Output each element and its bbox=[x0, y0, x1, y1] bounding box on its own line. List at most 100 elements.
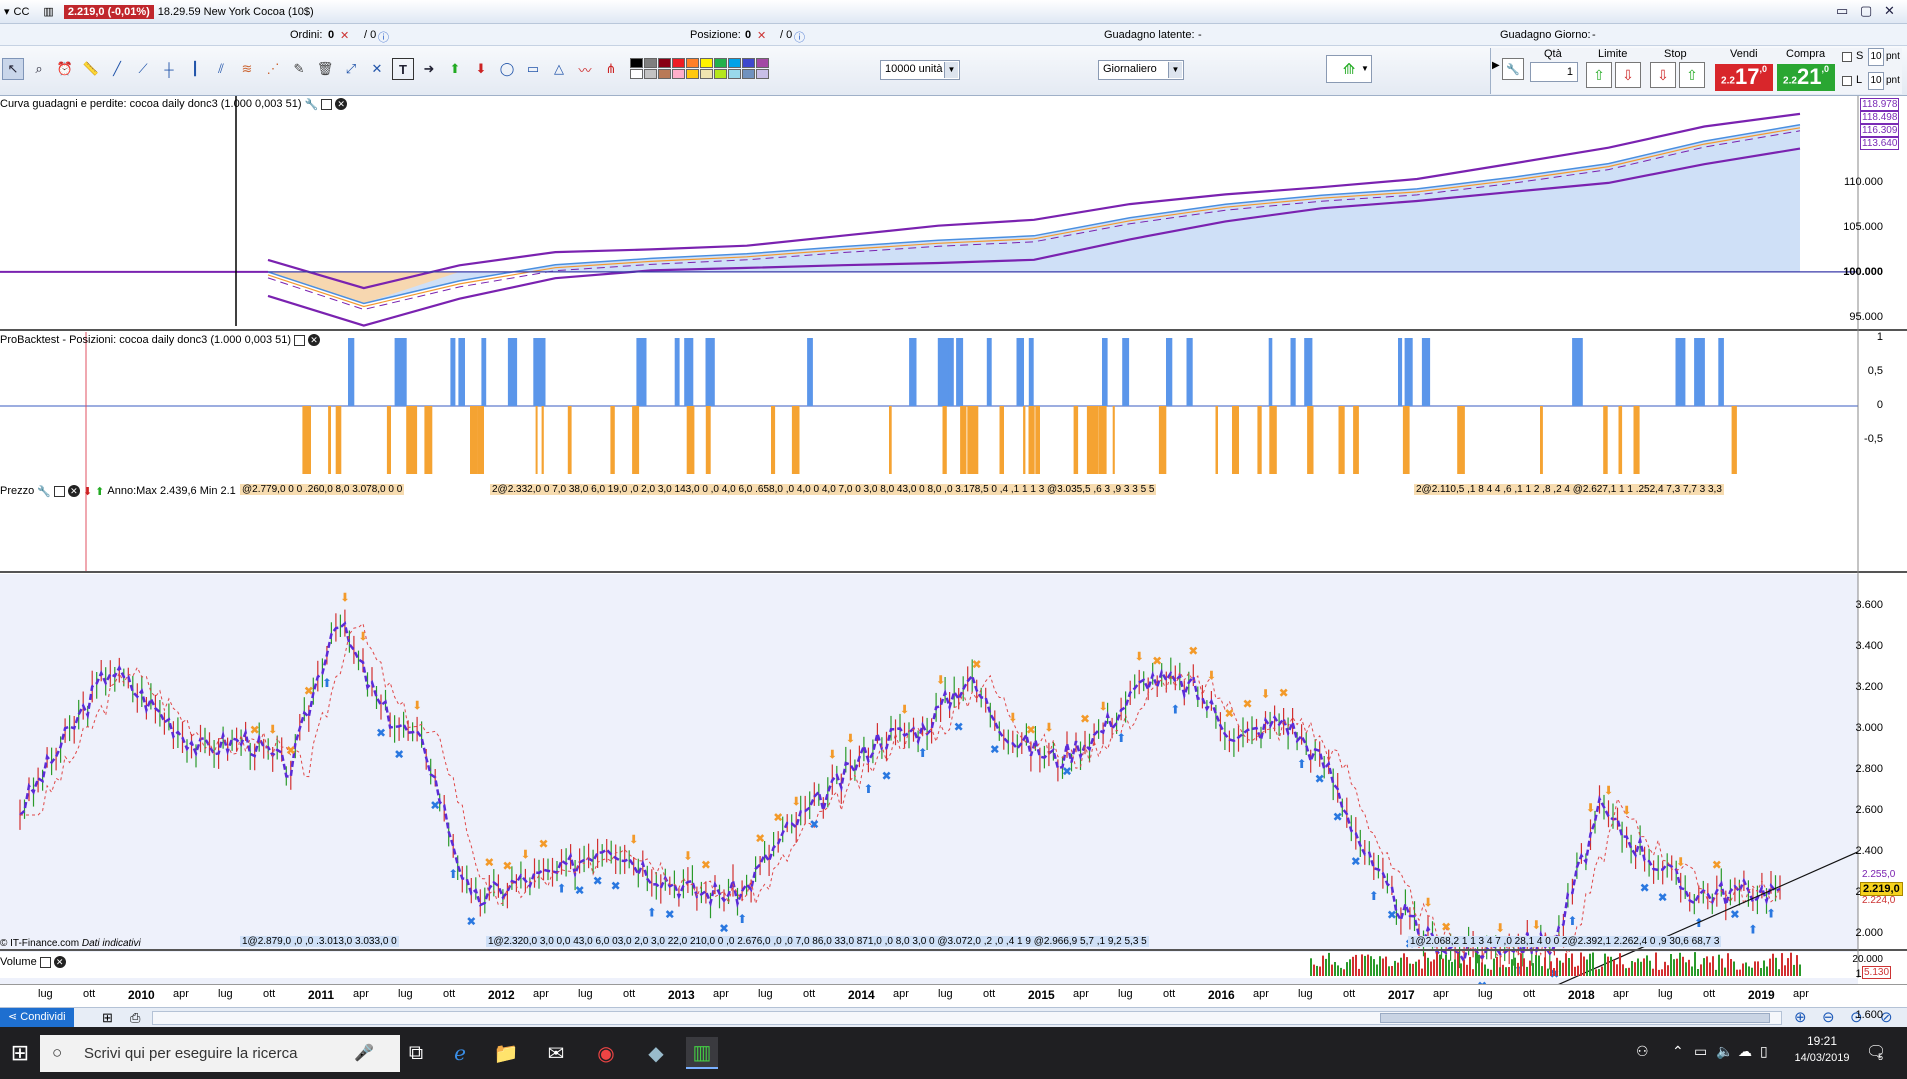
chart-area[interactable]: ✖ ⬇✖✖⬆⬇⬇✖✖⬇✖⬆✖✖ ✖⬇✖⬆ ✖✖ ✖⬇⬆ ✖⬇✖✖⬆✖✖⬇✖⬇⬇⬆✖⬇⬆⬇✖… bbox=[0, 96, 1907, 988]
color-swatch[interactable] bbox=[672, 69, 685, 79]
onedrive-icon[interactable]: ☁ bbox=[1738, 1043, 1752, 1060]
period-select[interactable]: Giornaliero ▼ bbox=[1098, 60, 1184, 80]
line-tool-icon[interactable]: ╱ bbox=[106, 58, 128, 80]
qty-input[interactable]: 1 bbox=[1530, 62, 1578, 82]
eraser-tool-icon[interactable]: ✎ bbox=[288, 58, 310, 80]
scrollbar-thumb[interactable] bbox=[1380, 1013, 1770, 1023]
zigzag-tool-icon[interactable]: 〰 bbox=[574, 58, 596, 80]
menu-chevron-icon[interactable]: ▾ bbox=[4, 5, 10, 18]
wrench-icon[interactable]: 🔧 bbox=[305, 98, 319, 111]
clock-time[interactable]: 19:21 bbox=[1792, 1034, 1852, 1048]
task-view-icon[interactable]: ⧉ bbox=[400, 1037, 432, 1069]
color-swatch[interactable] bbox=[686, 69, 699, 79]
stop-checkbox[interactable] bbox=[1842, 52, 1852, 62]
limit-points-input[interactable]: 10 bbox=[1868, 72, 1884, 90]
pitchfork-tool-icon[interactable]: ⋔ bbox=[600, 58, 622, 80]
sell-button[interactable]: 2.217,0 bbox=[1715, 64, 1773, 91]
print-icon[interactable]: ⎙ bbox=[130, 1010, 140, 1026]
microphone-icon[interactable]: 🎤 bbox=[354, 1043, 374, 1063]
color-swatch[interactable] bbox=[644, 58, 657, 68]
maximize-panel-icon[interactable] bbox=[53, 485, 65, 497]
arrow-down-tool-icon[interactable]: ⬇ bbox=[470, 58, 492, 80]
play-icon[interactable]: ▶ bbox=[1492, 60, 1500, 71]
color-swatch[interactable] bbox=[728, 69, 741, 79]
people-icon[interactable]: ⚇ bbox=[1636, 1043, 1649, 1060]
fan-tool-icon[interactable]: ⋰ bbox=[262, 58, 284, 80]
zoom-out-icon[interactable]: ⊖ bbox=[1822, 1008, 1835, 1026]
position-close-icon[interactable]: ✕ bbox=[757, 29, 766, 42]
orders-info-icon[interactable]: ⓘ bbox=[378, 29, 389, 45]
ellipse-tool-icon[interactable]: ◯ bbox=[496, 58, 518, 80]
zoom-tool-icon[interactable]: ⌕ bbox=[28, 58, 50, 80]
pointer-tool-icon[interactable]: ↖ bbox=[2, 58, 24, 80]
volume-icon[interactable]: 🔈 bbox=[1716, 1043, 1733, 1060]
prorealtime-app-icon[interactable]: ▥ bbox=[686, 1037, 718, 1069]
buy-button[interactable]: 2.221,0 bbox=[1777, 64, 1835, 91]
buy-arrow-icon[interactable]: ⬆ bbox=[95, 485, 104, 498]
maximize-panel-icon[interactable] bbox=[321, 98, 333, 110]
color-swatch[interactable] bbox=[714, 69, 727, 79]
trash-tool-icon[interactable]: 🗑 bbox=[314, 58, 336, 80]
edge-browser-icon[interactable]: ℯ bbox=[444, 1037, 476, 1069]
channel-tool-icon[interactable]: ⫽ bbox=[210, 58, 232, 80]
ruler-tool-icon[interactable]: 📏 bbox=[80, 58, 102, 80]
clock-date[interactable]: 14/03/2019 bbox=[1792, 1052, 1852, 1064]
cross-tool-icon[interactable]: ✕ bbox=[366, 58, 388, 80]
text-tool-icon[interactable]: T bbox=[392, 58, 414, 80]
ray-tool-icon[interactable]: ⟋ bbox=[132, 58, 154, 80]
chrome-icon[interactable]: ◉ bbox=[590, 1037, 622, 1069]
app-icon[interactable]: ◆ bbox=[640, 1037, 672, 1069]
rectangle-tool-icon[interactable]: ▭ bbox=[522, 58, 544, 80]
taskbar-search-input[interactable]: Scrivi qui per eseguire la ricerca bbox=[40, 1035, 400, 1072]
sell-arrow-icon[interactable]: ⬇ bbox=[83, 485, 92, 498]
hline-tool-icon[interactable]: ┼ bbox=[158, 58, 180, 80]
color-swatch[interactable] bbox=[658, 69, 671, 79]
color-swatch[interactable] bbox=[686, 58, 699, 68]
color-swatch[interactable] bbox=[742, 58, 755, 68]
color-swatch[interactable] bbox=[714, 58, 727, 68]
minimize-icon[interactable]: ▭ bbox=[1836, 3, 1848, 19]
arrow-right-tool-icon[interactable]: ➜ bbox=[418, 58, 440, 80]
tray-chevron-icon[interactable]: ⌃ bbox=[1672, 1043, 1684, 1060]
chevron-down-icon[interactable]: ▼ bbox=[1361, 64, 1369, 73]
color-swatch[interactable] bbox=[700, 58, 713, 68]
zoom-in-icon[interactable]: ⊕ bbox=[1794, 1008, 1807, 1026]
notification-icon[interactable]: 🗨 bbox=[1866, 1042, 1886, 1062]
file-explorer-icon[interactable]: 📁 bbox=[490, 1037, 522, 1069]
fibonacci-tool-icon[interactable]: ≋ bbox=[236, 58, 258, 80]
color-swatch[interactable] bbox=[630, 58, 643, 68]
maximize-icon[interactable]: ▢ bbox=[1860, 3, 1872, 19]
limit-buy-button[interactable]: ⇧ bbox=[1586, 62, 1612, 88]
close-panel-icon[interactable]: ✕ bbox=[67, 485, 80, 497]
limit-sell-button[interactable]: ⇩ bbox=[1615, 62, 1641, 88]
stop-sell-button[interactable]: ⇩ bbox=[1650, 62, 1676, 88]
color-palette[interactable] bbox=[630, 58, 780, 80]
close-panel-icon[interactable]: ✕ bbox=[335, 98, 348, 110]
maximize-panel-icon[interactable] bbox=[294, 334, 306, 346]
close-icon[interactable]: ✕ bbox=[1884, 3, 1895, 19]
close-panel-icon[interactable]: ✕ bbox=[53, 956, 66, 968]
color-swatch[interactable] bbox=[728, 58, 741, 68]
stop-buy-button[interactable]: ⇧ bbox=[1679, 62, 1705, 88]
share-button[interactable]: ⋖ Condividi bbox=[0, 1008, 74, 1027]
units-select[interactable]: 10000 unità ▼ bbox=[880, 60, 960, 80]
color-swatch[interactable] bbox=[644, 69, 657, 79]
wrench-icon[interactable]: 🔧 bbox=[1502, 58, 1524, 80]
arrow-up-tool-icon[interactable]: ⬆ bbox=[444, 58, 466, 80]
orders-cancel-icon[interactable]: ✕ bbox=[340, 29, 349, 42]
triangle-tool-icon[interactable]: △ bbox=[548, 58, 570, 80]
windows-start-icon[interactable]: ⊞ bbox=[4, 1037, 36, 1069]
color-swatch[interactable] bbox=[756, 58, 769, 68]
close-panel-icon[interactable]: ✕ bbox=[308, 334, 321, 346]
stop-points-input[interactable]: 10 bbox=[1868, 48, 1884, 66]
alarm-tool-icon[interactable]: ⏰ bbox=[54, 58, 76, 80]
color-swatch[interactable] bbox=[756, 69, 769, 79]
position-info-icon[interactable]: ⓘ bbox=[794, 29, 805, 45]
maximize-panel-icon[interactable] bbox=[39, 956, 51, 968]
color-swatch[interactable] bbox=[630, 69, 643, 79]
color-swatch[interactable] bbox=[658, 58, 671, 68]
color-swatch[interactable] bbox=[700, 69, 713, 79]
color-swatch[interactable] bbox=[672, 58, 685, 68]
mail-icon[interactable]: ✉ bbox=[540, 1037, 572, 1069]
network-icon[interactable]: ▭ bbox=[1694, 1043, 1707, 1060]
